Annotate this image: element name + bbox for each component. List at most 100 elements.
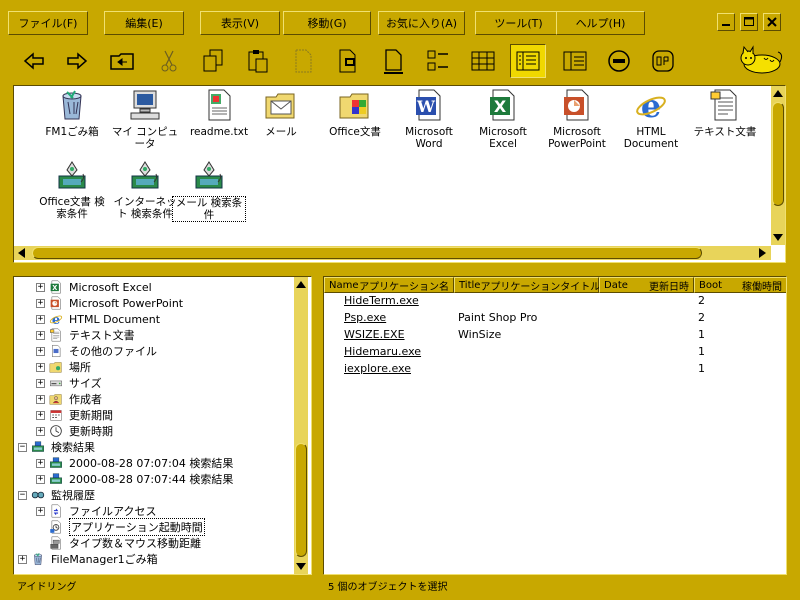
tree-item[interactable]: + テキスト文書	[36, 327, 135, 343]
expand-toggle[interactable]: +	[36, 282, 45, 292]
icon-view-pane[interactable]: FM1ごみ箱 マイ コンピュータ readme.txt メール Office文書 W Mic…	[13, 85, 786, 263]
tree-item[interactable]: +2000-08-28 07:07:44 検索結果	[36, 471, 233, 487]
close-button[interactable]	[763, 13, 781, 31]
icon-item[interactable]: FM1ごみ箱	[35, 88, 109, 138]
expand-toggle[interactable]: +	[36, 378, 45, 388]
expand-toggle[interactable]: +	[36, 474, 45, 484]
expand-toggle[interactable]: +	[36, 410, 45, 420]
options-button[interactable]	[648, 46, 678, 76]
icon-item[interactable]: Microsoft PowerPoint	[540, 88, 614, 150]
tree-item[interactable]: + 更新期間	[36, 407, 113, 423]
cut-button[interactable]	[154, 46, 184, 76]
icon-item[interactable]: Office文書	[318, 88, 392, 138]
details-list-pane[interactable]: Name アプリケーション名 Title アプリケーションタイトル Date 更新日時 Bo…	[323, 276, 787, 575]
app-name-link[interactable]: HideTerm.exe	[344, 294, 419, 307]
menu-item-4[interactable]: お気に入り(A)	[378, 11, 465, 35]
scroll-up-button[interactable]	[771, 86, 785, 100]
mail-folder-icon	[264, 88, 298, 122]
tree-item[interactable]: + サイズ	[36, 375, 102, 391]
icon-item[interactable]: メール	[244, 88, 318, 138]
tree-item[interactable]: + 更新時期	[36, 423, 113, 439]
maximize-button[interactable]	[740, 13, 758, 31]
expand-toggle[interactable]: +	[36, 458, 45, 468]
collapse-toggle[interactable]: −	[18, 442, 27, 452]
tree-item[interactable]: + その他のファイル	[36, 343, 157, 359]
expand-toggle[interactable]: +	[36, 394, 45, 404]
tree-item[interactable]: − 検索結果	[18, 439, 95, 455]
tree-item[interactable]: + 場所	[36, 359, 91, 375]
column-header-title[interactable]: Title アプリケーションタイトル	[454, 277, 601, 293]
scroll-thumb[interactable]	[295, 443, 307, 557]
tree-item[interactable]: + Microsoft PowerPoint	[36, 295, 183, 311]
expand-toggle[interactable]: +	[36, 314, 45, 324]
excel-icon: X	[486, 88, 520, 122]
icon-item[interactable]: テキスト文書	[688, 88, 762, 138]
view-grid-button[interactable]	[468, 46, 498, 76]
menu-item-5[interactable]: ツール(T)	[475, 11, 562, 35]
app-name-link[interactable]: WSIZE.EXE	[344, 328, 405, 341]
icon-item[interactable]: マイ コンピュータ	[108, 88, 182, 150]
tree-item[interactable]: + FileManager1ごみ箱	[18, 551, 158, 567]
minimize-button[interactable]	[717, 13, 735, 31]
icon-item[interactable]: W Microsoft Word	[392, 88, 466, 150]
app-name-link[interactable]: iexplore.exe	[344, 362, 411, 375]
scroll-down-button[interactable]	[294, 560, 308, 574]
expand-toggle[interactable]: +	[36, 330, 45, 340]
view-details-button[interactable]	[510, 44, 546, 78]
menu-item-3[interactable]: 移動(G)	[283, 11, 371, 35]
icon-pane-horizontal-scrollbar[interactable]	[14, 246, 771, 260]
view-columns-button[interactable]	[560, 46, 590, 76]
menu-item-0[interactable]: ファイル(F)	[8, 11, 88, 35]
back-button[interactable]	[19, 46, 49, 76]
scroll-right-button[interactable]	[756, 246, 770, 260]
menu-item-2[interactable]: 表示(V)	[200, 11, 280, 35]
icon-pane-vertical-scrollbar[interactable]	[771, 86, 785, 245]
icon-item[interactable]: インターネット 検索条件	[108, 158, 182, 220]
column-header-name[interactable]: Name アプリケーション名	[324, 277, 454, 293]
status-text-right: 5 個のオブジェクトを選択	[328, 582, 448, 593]
icon-item[interactable]: Office文書 検索条件	[35, 158, 109, 220]
new-file-button[interactable]	[288, 46, 318, 76]
scroll-down-button[interactable]	[771, 231, 785, 245]
tree-item[interactable]: + e HTML Document	[36, 311, 160, 328]
view-list-button[interactable]	[423, 46, 453, 76]
icon-item[interactable]: メール 検索条件	[172, 158, 246, 222]
tree-item[interactable]: + 作成者	[36, 391, 102, 407]
copy-button[interactable]	[198, 46, 228, 76]
tree-item[interactable]: + ファイルアクセス	[36, 503, 156, 519]
tree-item[interactable]: タイプ数＆マウス移動距離	[36, 535, 201, 551]
column-sublabel: アプリケーションタイトル	[480, 281, 601, 293]
tree-item[interactable]: アプリケーション起動時間	[36, 518, 205, 536]
scroll-thumb[interactable]	[32, 247, 702, 259]
app-name-link[interactable]: Hidemaru.exe	[344, 345, 421, 358]
expand-toggle[interactable]: +	[36, 506, 45, 516]
folder-tree-pane[interactable]: + X Microsoft Excel + Microsoft PowerPoint + e…	[13, 276, 312, 575]
expand-toggle[interactable]: +	[36, 426, 45, 436]
scroll-up-button[interactable]	[294, 277, 308, 291]
expand-toggle[interactable]: +	[36, 346, 45, 356]
tree-item[interactable]: + X Microsoft Excel	[36, 279, 152, 295]
properties-button[interactable]	[333, 46, 363, 76]
menu-item-6[interactable]: ヘルプ(H)	[556, 11, 645, 35]
app-name-link[interactable]: Psp.exe	[344, 311, 386, 324]
paste-button[interactable]	[243, 46, 273, 76]
forward-button[interactable]	[62, 46, 92, 76]
collapse-toggle[interactable]: −	[18, 490, 27, 500]
tree-vertical-scrollbar[interactable]	[294, 277, 308, 574]
icon-item[interactable]: X Microsoft Excel	[466, 88, 540, 150]
scroll-thumb[interactable]	[772, 102, 784, 206]
stop-button[interactable]	[604, 46, 634, 76]
new-document-button[interactable]	[378, 46, 408, 76]
scroll-left-button[interactable]	[14, 246, 28, 260]
column-header-boot[interactable]: Boot 稼働時間	[694, 277, 786, 293]
menu-item-1[interactable]: 編集(E)	[104, 11, 184, 35]
up-folder-button[interactable]	[108, 46, 138, 76]
column-sublabel: 更新日時	[649, 281, 689, 293]
expand-toggle[interactable]: +	[18, 554, 27, 564]
expand-toggle[interactable]: +	[36, 362, 45, 372]
icon-item[interactable]: e HTML Document	[614, 87, 688, 150]
tree-item[interactable]: +2000-08-28 07:07:04 検索結果	[36, 455, 233, 471]
tree-item[interactable]: − 監視履歴	[18, 487, 95, 503]
expand-toggle[interactable]: +	[36, 298, 45, 308]
column-header-date[interactable]: Date 更新日時	[599, 277, 694, 293]
